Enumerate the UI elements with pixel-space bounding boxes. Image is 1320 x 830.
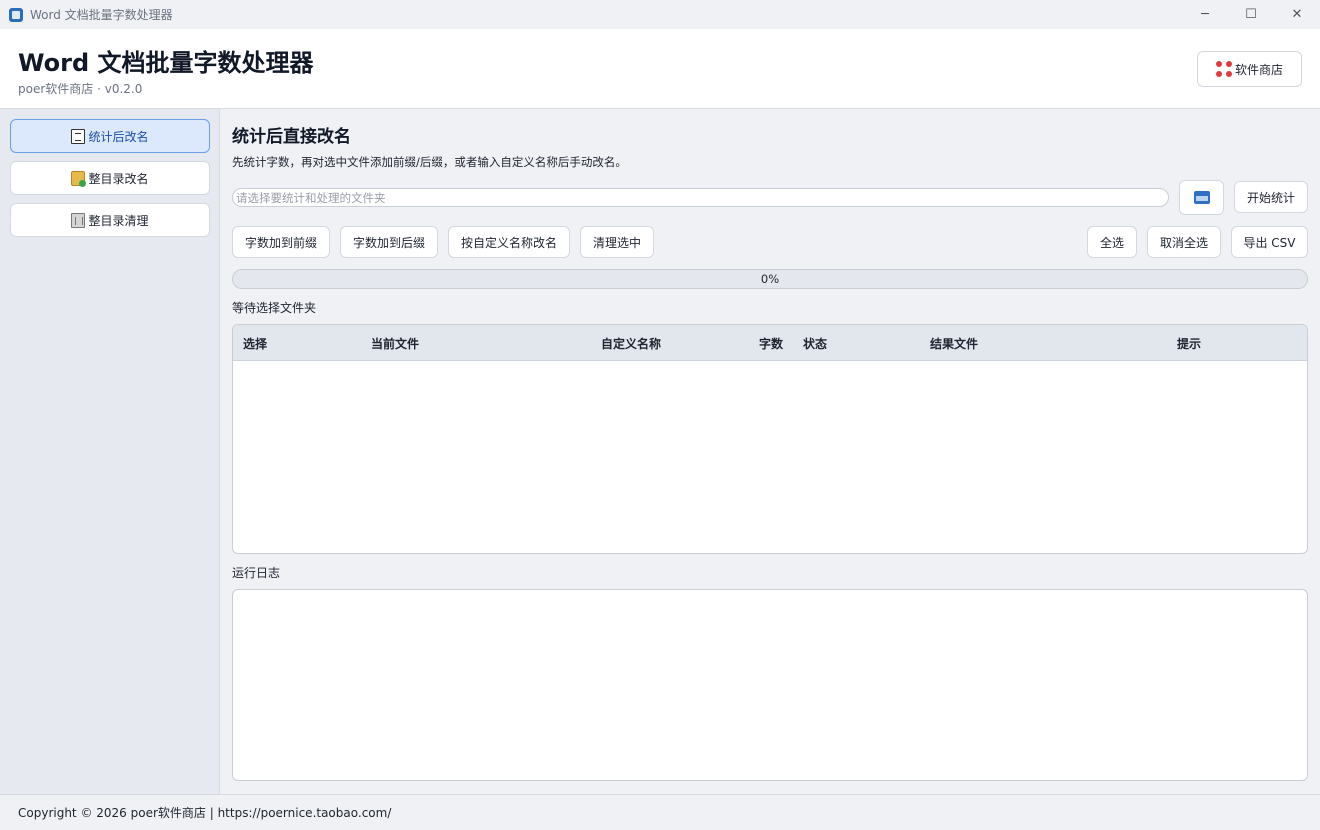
select-all-button[interactable]: 全选 (1087, 226, 1137, 258)
deselect-all-button[interactable]: 取消全选 (1147, 226, 1221, 258)
document-icon (71, 128, 86, 144)
maximize-button[interactable]: ☐ (1228, 0, 1274, 29)
title-bar: Word 文档批量字数处理器 ─ ☐ ✕ (0, 0, 1320, 29)
table-header: 选择 当前文件 自定义名称 字数 状态 结果文件 提示 (233, 325, 1307, 361)
folder-icon (71, 170, 87, 187)
app-subtitle: poer软件商店 · v0.2.0 (18, 82, 143, 96)
sidebar-item-dir-rename[interactable]: 整目录改名 (10, 161, 210, 195)
progress-bar: 0% (232, 269, 1308, 289)
add-count-suffix-button[interactable]: 字数加到后缀 (340, 226, 438, 258)
folder-path-input[interactable] (232, 188, 1169, 207)
store-icon (1215, 61, 1232, 77)
main-panel: 统计后直接改名 先统计字数，再对选中文件添加前缀/后缀，或者输入自定义名称后手动… (220, 109, 1320, 794)
close-button[interactable]: ✕ (1274, 0, 1320, 29)
footer: Copyright © 2026 poer软件商店 | https://poer… (0, 794, 1320, 830)
column-header-custom-name[interactable]: 自定义名称 (601, 335, 661, 352)
column-header-hint[interactable]: 提示 (1177, 335, 1201, 352)
sidebar-item-label: 统计后改名 (88, 129, 149, 144)
sidebar-item-label: 整目录改名 (88, 171, 149, 186)
app-icon (9, 7, 23, 22)
clean-selected-button[interactable]: 清理选中 (580, 226, 654, 258)
column-header-word-count[interactable]: 字数 (759, 335, 783, 352)
app-header: Word 文档批量字数处理器 poer软件商店 · v0.2.0 软件商店 (0, 29, 1320, 109)
column-header-current-file[interactable]: 当前文件 (371, 335, 419, 352)
sidebar-item-label: 整目录清理 (88, 213, 149, 228)
trash-icon (71, 212, 86, 228)
file-table[interactable]: 选择 当前文件 自定义名称 字数 状态 结果文件 提示 (232, 324, 1308, 554)
progress-text: 0% (760, 272, 780, 286)
page-title: 统计后直接改名 (232, 127, 351, 147)
status-text: 等待选择文件夹 (232, 301, 317, 315)
export-csv-button[interactable]: 导出 CSV (1231, 226, 1308, 258)
log-output[interactable] (232, 589, 1308, 781)
column-header-select[interactable]: 选择 (243, 335, 267, 352)
sidebar-item-dir-clean[interactable]: 整目录清理 (10, 203, 210, 237)
custom-name-rename-button[interactable]: 按自定义名称改名 (448, 226, 570, 258)
minimize-button[interactable]: ─ (1182, 0, 1228, 29)
sidebar-item-count-rename[interactable]: 统计后改名 (10, 119, 210, 153)
column-header-result-file[interactable]: 结果文件 (930, 335, 978, 352)
page-description: 先统计字数，再对选中文件添加前缀/后缀，或者输入自定义名称后手动改名。 (232, 155, 627, 169)
software-store-label: 软件商店 (1234, 62, 1283, 77)
column-header-status[interactable]: 状态 (803, 335, 827, 352)
copyright-text: Copyright © 2026 poer软件商店 | https://poer… (18, 806, 392, 820)
app-title: Word 文档批量字数处理器 (18, 49, 314, 77)
folder-open-icon (1193, 191, 1210, 204)
software-store-button[interactable]: 软件商店 (1197, 51, 1302, 87)
start-count-button[interactable]: 开始统计 (1234, 181, 1308, 213)
sidebar: 统计后改名 整目录改名 整目录清理 (0, 109, 220, 794)
log-label: 运行日志 (232, 566, 281, 580)
window-title: Word 文档批量字数处理器 (30, 8, 173, 22)
add-count-prefix-button[interactable]: 字数加到前缀 (232, 226, 330, 258)
browse-folder-button[interactable] (1179, 180, 1224, 215)
window-controls: ─ ☐ ✕ (1182, 0, 1320, 29)
